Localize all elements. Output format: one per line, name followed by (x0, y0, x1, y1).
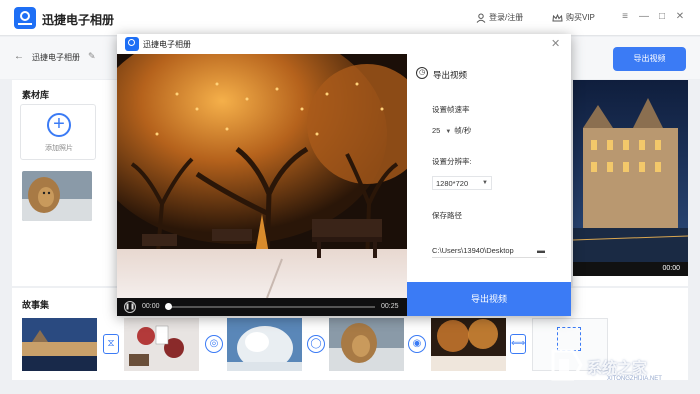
folder-icon[interactable]: ▬ (537, 246, 545, 255)
library-photo-lion[interactable] (22, 171, 92, 221)
export-video-button-top[interactable]: 导出视频 (613, 47, 686, 71)
back-arrow-icon[interactable]: ← (14, 51, 24, 62)
export-settings-title: 导出视频 (433, 70, 468, 80)
preview-image (573, 80, 688, 262)
app-title: 迅捷电子相册 (42, 13, 115, 27)
save-path-label: 保存路径 (432, 211, 462, 220)
login-label: 登录/注册 (489, 13, 524, 22)
transition-icon-2[interactable]: ◎ (205, 335, 223, 353)
material-library: 素材库 + 添加照片 (12, 80, 122, 286)
chevron-down-icon: ▼ (482, 180, 488, 186)
progress-track[interactable] (167, 306, 375, 308)
resolution-select[interactable]: 1280*720 ▼ (432, 176, 492, 190)
buy-vip-button[interactable]: 购买VIP (552, 12, 595, 23)
menu-icon[interactable]: ≡ (619, 11, 631, 23)
video-preview[interactable] (117, 54, 407, 298)
resolution-label: 设置分辨率: (432, 157, 472, 166)
frame-rate-unit: 帧/秒 (454, 126, 472, 135)
dialog-close-icon[interactable]: ✕ (551, 37, 560, 50)
library-title: 素材库 (22, 90, 50, 100)
close-icon[interactable]: ✕ (674, 11, 686, 23)
story-title: 故事集 (22, 300, 50, 310)
transition-icon-5[interactable]: ⟺ (510, 334, 526, 354)
maximize-icon[interactable]: □ (656, 11, 668, 23)
frame-rate-label: 设置帧速率 (432, 105, 470, 114)
resolution-value: 1280*720 (436, 179, 469, 188)
dialog-header: 迅捷电子相册 ✕ (117, 34, 571, 54)
pause-icon[interactable]: ❚❚ (124, 301, 136, 313)
add-photo-label: 添加照片 (45, 145, 73, 152)
story-clip-2[interactable] (124, 318, 199, 371)
export-video-icon: ◷ (416, 67, 428, 79)
album-name: 迅捷电子相册 (32, 53, 80, 62)
transition-icon-4[interactable]: ◉ (408, 335, 426, 353)
minimize-icon[interactable]: — (638, 11, 650, 23)
dialog-logo (125, 37, 139, 51)
app-logo (14, 7, 36, 29)
save-path-field[interactable]: C:\Users\13940\Desktop (432, 246, 547, 258)
chevron-down-icon: ▼ (445, 129, 452, 135)
player-controls: ❚❚ 00:00 00:25 (117, 298, 407, 316)
transition-icon-1[interactable]: ⧖ (103, 334, 119, 354)
preview-time: 00:00 (662, 265, 680, 272)
vip-label: 购买VIP (566, 13, 595, 22)
export-video-button[interactable]: 导出视频 (407, 282, 571, 316)
story-clip-1[interactable] (22, 318, 97, 371)
story-clip-4[interactable] (329, 318, 404, 371)
edit-icon[interactable]: ✎ (88, 51, 96, 62)
watermark-url: XITONGZHIJIA.NET (607, 376, 662, 382)
user-icon (476, 13, 486, 23)
watermark-text: 系统之家 (587, 360, 648, 377)
progress-knob[interactable] (165, 303, 172, 310)
crown-icon (552, 13, 563, 21)
login-button[interactable]: 登录/注册 (476, 12, 523, 23)
frame-rate-value: 25 (432, 126, 441, 135)
duration: 00:25 (381, 303, 399, 310)
frame-rate-select[interactable]: 25 ▼ 帧/秒 (432, 125, 471, 136)
title-bar: 迅捷电子相册 登录/注册 购买VIP ≡ — □ ✕ (0, 0, 700, 36)
watermark-logo (551, 349, 583, 381)
transition-icon-3[interactable]: ◯ (307, 335, 325, 353)
preview-controls: 00:00 (573, 262, 688, 276)
plus-icon: + (47, 113, 71, 137)
export-settings: ◷ 导出视频 设置帧速率 25 ▼ 帧/秒 设置分辨率: 1280*720 ▼ 保存… (407, 54, 571, 316)
export-dialog: 迅捷电子相册 ✕ ❚❚ 00:00 00:25 ◷ 导出视频 设置帧速率 25 … (117, 34, 571, 316)
story-clip-5[interactable] (431, 318, 506, 371)
watermark: 系统之家 XITONGZHIJIA.NET (545, 345, 695, 385)
preview-panel: 00:00 (573, 80, 688, 286)
story-clip-3[interactable] (227, 318, 302, 371)
current-time: 00:00 (142, 303, 160, 310)
dialog-title: 迅捷电子相册 (143, 40, 191, 49)
add-photo-button[interactable]: + 添加照片 (20, 104, 96, 160)
